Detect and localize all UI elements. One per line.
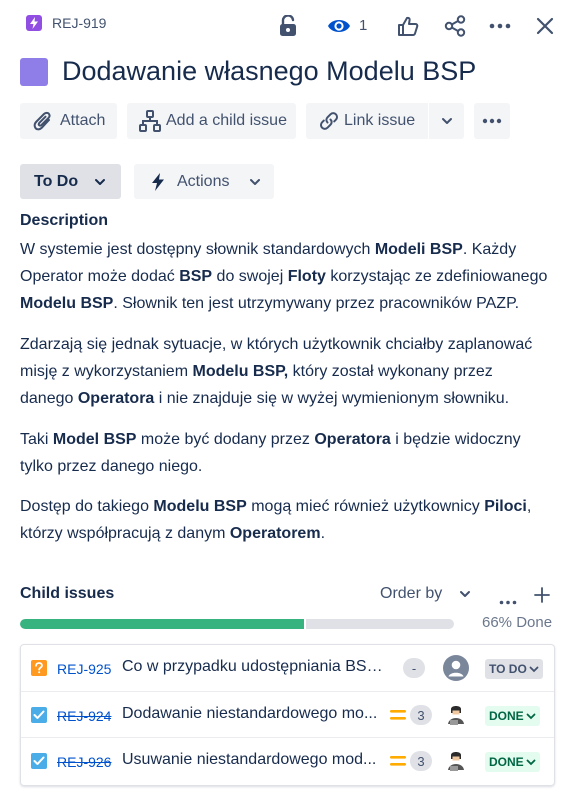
child-issues-list: REJ-925 Co w przypadku udostępniania BSP… [20,644,555,786]
unassigned-avatar-icon[interactable] [443,655,469,681]
status-badge-label: DONE [489,755,524,769]
chevron-down-icon [441,117,453,125]
page-title[interactable]: Dodawanie własnego Modelu BSP [62,56,476,87]
child-progress-fill [20,619,307,629]
status-badge-label: TO DO [489,662,527,676]
description-paragraph-3[interactable]: Taki Model BSP może być dodany przez Ope… [20,426,560,480]
description-paragraph-2[interactable]: Zdarzają się jednak sytuacje, w których … [20,331,560,412]
hierarchy-icon [139,110,161,132]
order-by-label: Order by [380,585,443,603]
table-row[interactable]: REJ-924 Dodawanie niestandardowego mo...… [21,691,554,737]
lightning-icon [149,172,167,191]
breadcrumb: REJ-919 [26,15,106,31]
description-heading: Description [20,212,109,229]
chevron-down-icon [94,178,106,186]
description-paragraph-4[interactable]: Dostęp do takiego Modelu BSP mogą mieć r… [20,493,560,547]
status-dropdown[interactable]: To Do [20,164,121,199]
child-issue-key[interactable]: REJ-925 [57,661,111,677]
watch-count[interactable]: 1 [359,17,367,34]
medium-priority-icon [389,754,407,768]
status-badge[interactable]: TO DO [485,659,543,679]
lock-icon[interactable] [276,14,300,38]
child-issue-summary[interactable]: Co w przypadku udostępniania BSP st... [122,658,384,676]
estimate-badge: 3 [410,705,432,725]
estimate-badge: - [403,658,425,678]
child-progress-bar [20,619,454,629]
description-paragraph-1[interactable]: W systemie jest dostępny słownik standar… [20,236,560,317]
assignee-avatar-icon[interactable] [443,702,469,728]
more-icon [482,118,502,124]
add-child-label: Add a child issue [166,112,287,129]
attach-button[interactable]: Attach [20,103,117,139]
actions-dropdown[interactable]: Actions [134,164,274,199]
add-child-plus-icon[interactable] [534,587,550,608]
close-icon[interactable] [533,14,557,38]
share-icon[interactable] [443,14,467,38]
more-icon[interactable] [488,14,512,38]
child-issue-key[interactable]: REJ-926 [57,754,111,770]
title-row: Dodawanie własnego Modelu BSP [20,56,476,87]
issue-key-link[interactable]: REJ-919 [52,15,106,31]
epic-color-swatch [20,57,48,86]
link-issue-dropdown-button[interactable] [429,103,464,139]
paperclip-icon [32,110,54,132]
status-badge[interactable]: DONE [485,752,540,772]
child-issue-key[interactable]: REJ-924 [57,708,111,724]
child-issue-summary[interactable]: Dodawanie niestandardowego mo... [122,705,384,723]
issue-header: REJ-919 1 [0,0,573,52]
eye-icon[interactable] [327,14,351,38]
chevron-down-icon [459,585,471,603]
estimate-badge: 3 [410,751,432,771]
actions-label: Actions [177,172,230,190]
thumbs-up-icon[interactable] [396,14,420,38]
task-checkbox-icon [31,753,47,769]
child-issue-summary[interactable]: Usuwanie niestandardowego mod... [122,751,384,769]
status-badge-label: DONE [489,709,524,723]
task-checkbox-icon [31,707,47,723]
table-row[interactable]: REJ-925 Co w przypadku udostępniania BSP… [21,645,554,691]
medium-priority-icon [389,708,407,722]
child-issues-more-icon[interactable] [499,592,517,610]
status-label: To Do [34,172,79,190]
status-badge[interactable]: DONE [485,706,540,726]
link-issue-button[interactable]: Link issue [306,103,428,139]
question-type-icon [31,660,47,676]
child-issues-heading: Child issues [20,585,115,602]
chevron-down-icon [249,178,261,186]
table-row[interactable]: REJ-926 Usuwanie niestandardowego mod...… [21,737,554,783]
link-icon [318,110,340,132]
assignee-avatar-icon[interactable] [443,748,469,774]
link-issue-label: Link issue [344,112,416,129]
progress-percentage: 66% Done [482,614,553,631]
attach-label: Attach [60,112,106,129]
add-child-issue-button[interactable]: Add a child issue [127,103,296,139]
epic-lightning-icon [26,15,42,31]
order-by-dropdown[interactable]: Order by [380,585,471,603]
more-actions-button[interactable] [474,103,510,139]
